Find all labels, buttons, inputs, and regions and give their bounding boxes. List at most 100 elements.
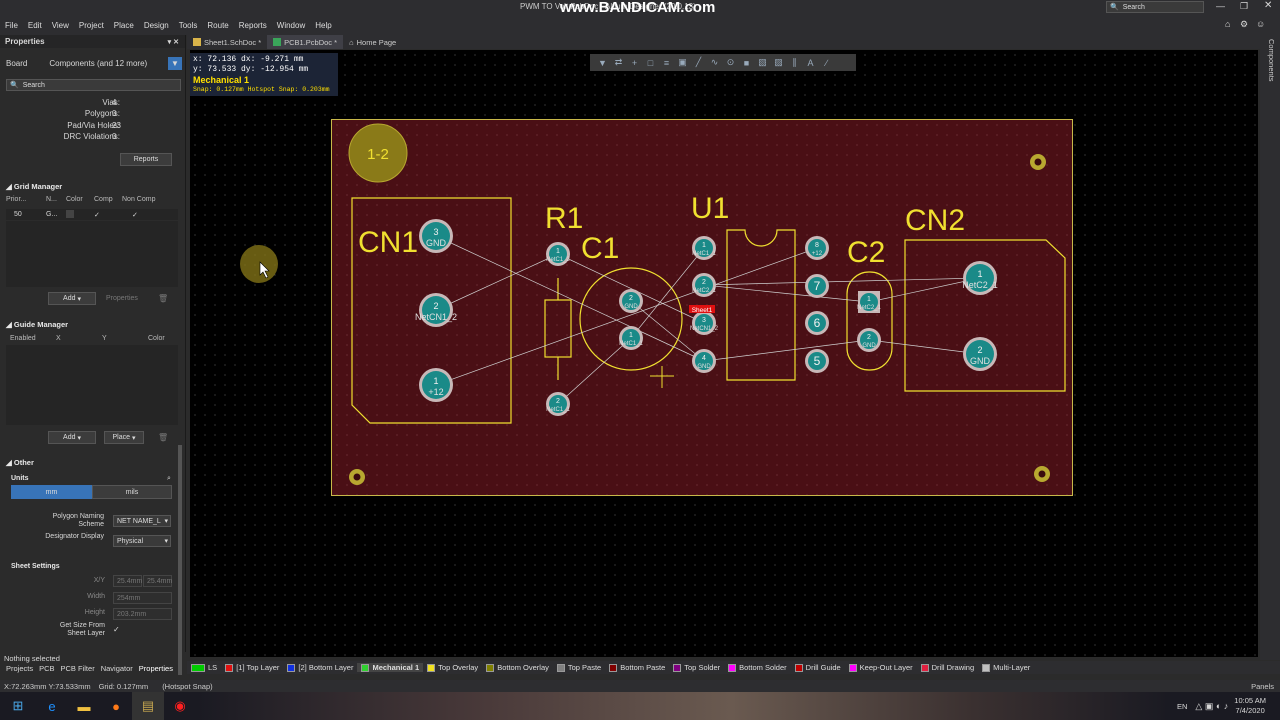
pad-number: 2 [629,295,633,302]
windows-taskbar: ⊞ e ▬ ● ▤ ◉ EN △ ▣ ◐ ♪ 10:05 AM 7/4/2020 [0,692,1280,720]
pad[interactable]: 7 [805,274,829,298]
tab-pcb-panel[interactable]: PCB [39,664,54,673]
panels-button[interactable]: Panels [1251,682,1280,691]
pad-number: 1 [702,242,706,249]
pad[interactable]: 1NetC2_1 [857,291,882,313]
pad-net-label: +12 [812,251,823,257]
layer-color-swatch [556,663,565,672]
layer-color-swatch [486,663,495,672]
pad[interactable]: 6 [805,311,829,335]
pad-number: 2 [702,279,706,286]
designator-cn2[interactable]: CN2 [905,204,965,237]
pad-number: 2 [867,334,871,341]
layer-color-swatch [982,663,991,672]
tray-icons[interactable]: △ ▣ ◐ ♪ [1195,701,1228,712]
pad[interactable]: 4 GND [692,349,716,373]
layer-tab-multi-layer[interactable]: Multi-Layer [978,663,1034,672]
ie-icon[interactable]: e [36,692,68,720]
sheet-marker-label: Sheet1 [692,307,713,314]
altium-icon[interactable]: ▤ [132,692,164,720]
pad[interactable]: 1 NetC1_1 [692,236,717,260]
layer-tab-mechanical-1[interactable]: Mechanical 1 [357,663,424,672]
pad[interactable]: 5 [805,349,829,373]
components-side-panel[interactable]: Components [1260,35,1280,660]
pad-net-label: NetC2_1 [962,280,998,290]
layer-tab-top-solder[interactable]: Top Solder [669,663,724,672]
pad-net-label: GND [970,356,991,366]
pad-net-label: GND [697,364,711,370]
pad-number: 1 [556,248,560,255]
layer-tab-bottom-paste[interactable]: Bottom Paste [605,663,669,672]
pad[interactable]: 2GND [857,328,881,352]
clock[interactable]: 10:05 AM 7/4/2020 [1234,696,1266,716]
pcb-artwork: 1-2 CN1 R1 C1 U1 C2 CN2 3GND2NetCN1_21+1… [240,123,1066,485]
tab-pcb-filter[interactable]: PCB Filter [61,664,95,673]
hole-label: 1-2 [367,146,389,163]
layer-tab-2-bottom-layer[interactable]: [2] Bottom Layer [283,663,357,672]
layer-tab-top-paste[interactable]: Top Paste [553,663,605,672]
tab-projects[interactable]: Projects [6,664,33,673]
status-snap: (Hotspot Snap) [162,681,213,691]
pad[interactable]: 2GND [963,337,997,371]
layer-color-swatch [427,663,436,672]
layer-color-swatch [287,663,296,672]
pad[interactable]: 3GND [419,219,453,253]
pad[interactable]: 1 NetC1_2 [546,242,571,266]
pad[interactable]: 1+12 [419,368,453,402]
pad-net-label: NetC1_2 [546,257,570,263]
status-coords: X:72.263mm Y:73.533mm [4,681,91,691]
pad[interactable]: 8+12 [805,236,829,260]
designator-u1[interactable]: U1 [691,192,729,225]
designator-c1[interactable]: C1 [581,232,619,265]
pad-number: 2 [556,398,560,405]
pad-number: 7 [814,279,821,293]
pad-net-label: NetC1_1 [692,251,716,257]
pad-number: 1 [867,296,871,303]
pad-number: 2 [433,301,438,311]
windows-start-icon[interactable]: ⊞ [0,692,36,720]
pad-net-label: NetCN1_2 [690,326,719,332]
pad-net-label: NetCN1_2 [415,312,457,322]
designator-c2[interactable]: C2 [847,236,885,269]
pad-number: 3 [702,317,706,324]
pad-number: 8 [815,242,819,249]
tab-navigator[interactable]: Navigator [101,664,133,673]
layer-color-swatch [848,663,857,672]
designator-r1[interactable]: R1 [545,202,583,235]
layer-tab-ls[interactable]: LS [187,663,221,672]
r1-outline [544,299,572,358]
pad[interactable]: 1NetC2_1 [962,261,998,295]
pad[interactable]: 2NetCN1_2 [415,293,457,327]
pad-number: 1 [977,269,982,279]
pad[interactable]: 3 NetCN1_2 [690,311,719,335]
layer-tab-keep-out-layer[interactable]: Keep-Out Layer [845,663,917,672]
mounting-hole[interactable] [1034,466,1050,482]
mounting-hole[interactable] [1030,154,1046,170]
tab-properties[interactable]: Properties [139,664,173,673]
bandicam-icon[interactable]: ◉ [164,692,196,720]
firefox-icon[interactable]: ● [100,692,132,720]
layer-tab-bottom-overlay[interactable]: Bottom Overlay [482,663,553,672]
pad[interactable]: 2 NetC2_1 [692,273,717,297]
layer-tab-drill-guide[interactable]: Drill Guide [791,663,845,672]
folder-icon[interactable]: ▬ [68,692,100,720]
language-indicator[interactable]: EN [1177,702,1187,711]
designator-cn1[interactable]: CN1 [358,226,418,259]
status-grid: Grid: 0.127mm [98,681,149,691]
pads-layer: 3GND2NetCN1_21+121NetC1_22NetC1_12GND1Ne… [415,219,998,416]
layer-color-swatch [191,663,205,672]
pad-number: 1 [629,332,633,339]
status-bar: X:72.263mm Y:73.533mm Grid: 0.127mm (Hot… [0,680,1280,692]
layer-tab-drill-drawing[interactable]: Drill Drawing [917,663,979,672]
pad[interactable]: 1 NetC1_1 [619,326,644,350]
mounting-hole[interactable] [349,469,365,485]
c1-outline [579,267,683,371]
layer-tabs: LS [1] Top Layer [2] Bottom Layer Mechanica… [187,661,1280,674]
layer-tab-bottom-solder[interactable]: Bottom Solder [724,663,791,672]
pad-net-label: NetC2_1 [692,288,716,294]
pad[interactable]: 2GND [619,289,643,313]
c2-outline [846,271,893,371]
u1-outline [726,229,796,381]
layer-tab-1-top-layer[interactable]: [1] Top Layer [221,663,283,672]
layer-tab-top-overlay[interactable]: Top Overlay [423,663,482,672]
